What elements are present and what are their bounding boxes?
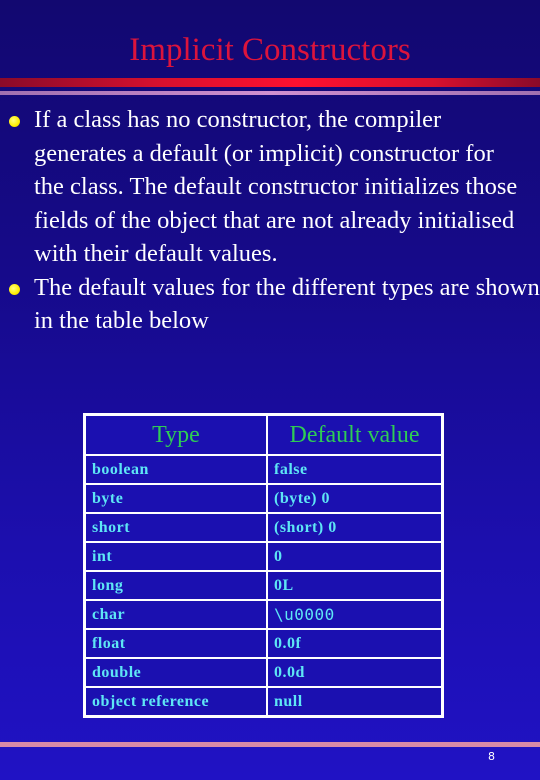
title-underline-lavender [0,91,540,95]
table-row: double 0.0d [83,657,444,688]
value-cell: (byte) 0 [266,483,444,514]
value-cell: false [266,454,444,485]
table-row: short (short) 0 [83,512,444,543]
bullet-dot-icon [9,283,20,295]
bullet-text: The default values for the different typ… [34,273,540,335]
table-header-row: Type Default value [83,413,444,456]
bullet-item: The default values for the different typ… [0,271,540,338]
value-cell: (short) 0 [266,512,444,543]
bullet-text: If a class has no constructor, the compi… [34,106,518,267]
type-cell: char [83,599,268,630]
value-cell: 0 [266,541,444,572]
page-number: 8 [488,750,495,763]
value-cell: \u0000 [266,599,444,630]
type-cell: double [83,657,268,688]
table-row: float 0.0f [83,628,444,659]
footer-divider [0,742,540,747]
type-cell: object reference [83,686,268,718]
table-row: boolean false [83,454,444,485]
table-row: object reference null [83,686,444,718]
header-default-value: Default value [266,413,444,456]
bullet-dot-icon [9,116,20,127]
value-cell: null [266,686,444,718]
slide-title: Implicit Constructors [129,32,411,68]
type-cell: boolean [83,454,268,485]
header-type: Type [83,413,268,456]
value-cell: 0L [266,570,444,601]
value-cell: 0.0d [266,657,444,688]
table-row: long 0L [83,570,444,601]
type-cell: short [83,512,268,543]
type-cell: int [83,541,268,572]
bullet-item: If a class has no constructor, the compi… [0,103,524,271]
type-cell: float [83,628,268,659]
title-underline-red [0,78,540,87]
default-values-table: Type Default value boolean false byte (byt… [83,413,444,718]
value-cell: 0.0f [266,628,444,659]
type-cell: long [83,570,268,601]
table-row: int 0 [83,541,444,572]
type-cell: byte [83,483,268,514]
table-row: byte (byte) 0 [83,483,444,514]
table-row: char \u0000 [83,599,444,630]
bullet-list: If a class has no constructor, the compi… [0,103,540,338]
